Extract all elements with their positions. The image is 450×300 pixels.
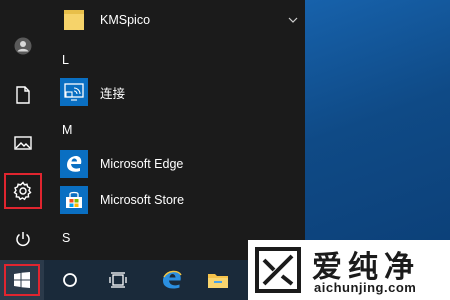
edge-icon [163, 270, 182, 289]
picture-icon [14, 136, 32, 150]
section-letter-l[interactable]: L [62, 53, 69, 67]
start-button[interactable] [0, 260, 44, 300]
document-icon [16, 86, 30, 104]
store-icon [66, 191, 82, 208]
edge-taskbar-button[interactable] [150, 260, 194, 300]
power-icon [16, 232, 30, 247]
start-highlight [4, 264, 40, 296]
file-explorer-button[interactable] [196, 260, 240, 300]
section-letter-m[interactable]: M [62, 123, 72, 137]
screen: KMSpico L 连接 M Microsoft Edge Microsoft … [0, 0, 450, 300]
store-tile [60, 186, 88, 214]
watermark-url: aichunjing.com [314, 280, 417, 295]
user-icon [14, 37, 32, 55]
watermark-logo-icon [255, 247, 301, 293]
search-circle-icon [63, 273, 77, 287]
power-button[interactable] [6, 223, 40, 255]
app-label: 连接 [100, 86, 126, 101]
watermark: 爱纯净 aichunjing.com [248, 240, 450, 300]
folder-tile [60, 6, 88, 34]
app-label: Microsoft Store [100, 193, 185, 207]
search-button[interactable] [48, 260, 92, 300]
app-label: Microsoft Edge [100, 157, 184, 171]
app-item-connect[interactable]: 连接 [60, 75, 305, 109]
task-view-button[interactable] [96, 260, 140, 300]
start-rail [0, 0, 46, 260]
edge-icon [67, 156, 82, 172]
app-item-microsoft-store[interactable]: Microsoft Store [60, 183, 305, 217]
chevron-down-icon[interactable] [281, 3, 305, 37]
section-letter-s[interactable]: S [62, 231, 70, 245]
task-view-icon [109, 272, 127, 288]
settings-button[interactable] [4, 173, 42, 209]
user-account-button[interactable] [6, 30, 40, 62]
folder-icon [64, 10, 84, 30]
app-label: KMSpico [100, 13, 151, 27]
start-menu: KMSpico L 连接 M Microsoft Edge Microsoft … [0, 0, 305, 260]
file-explorer-icon [208, 274, 228, 288]
pictures-button[interactable] [6, 127, 40, 159]
edge-tile [60, 150, 88, 178]
app-item-kmspico[interactable]: KMSpico [60, 3, 305, 37]
connect-icon [64, 83, 84, 101]
documents-button[interactable] [6, 79, 40, 111]
connect-tile [60, 78, 88, 106]
app-list: KMSpico L 连接 M Microsoft Edge Microsoft … [48, 0, 305, 260]
app-item-microsoft-edge[interactable]: Microsoft Edge [60, 147, 305, 181]
settings-gear-icon [13, 181, 32, 201]
